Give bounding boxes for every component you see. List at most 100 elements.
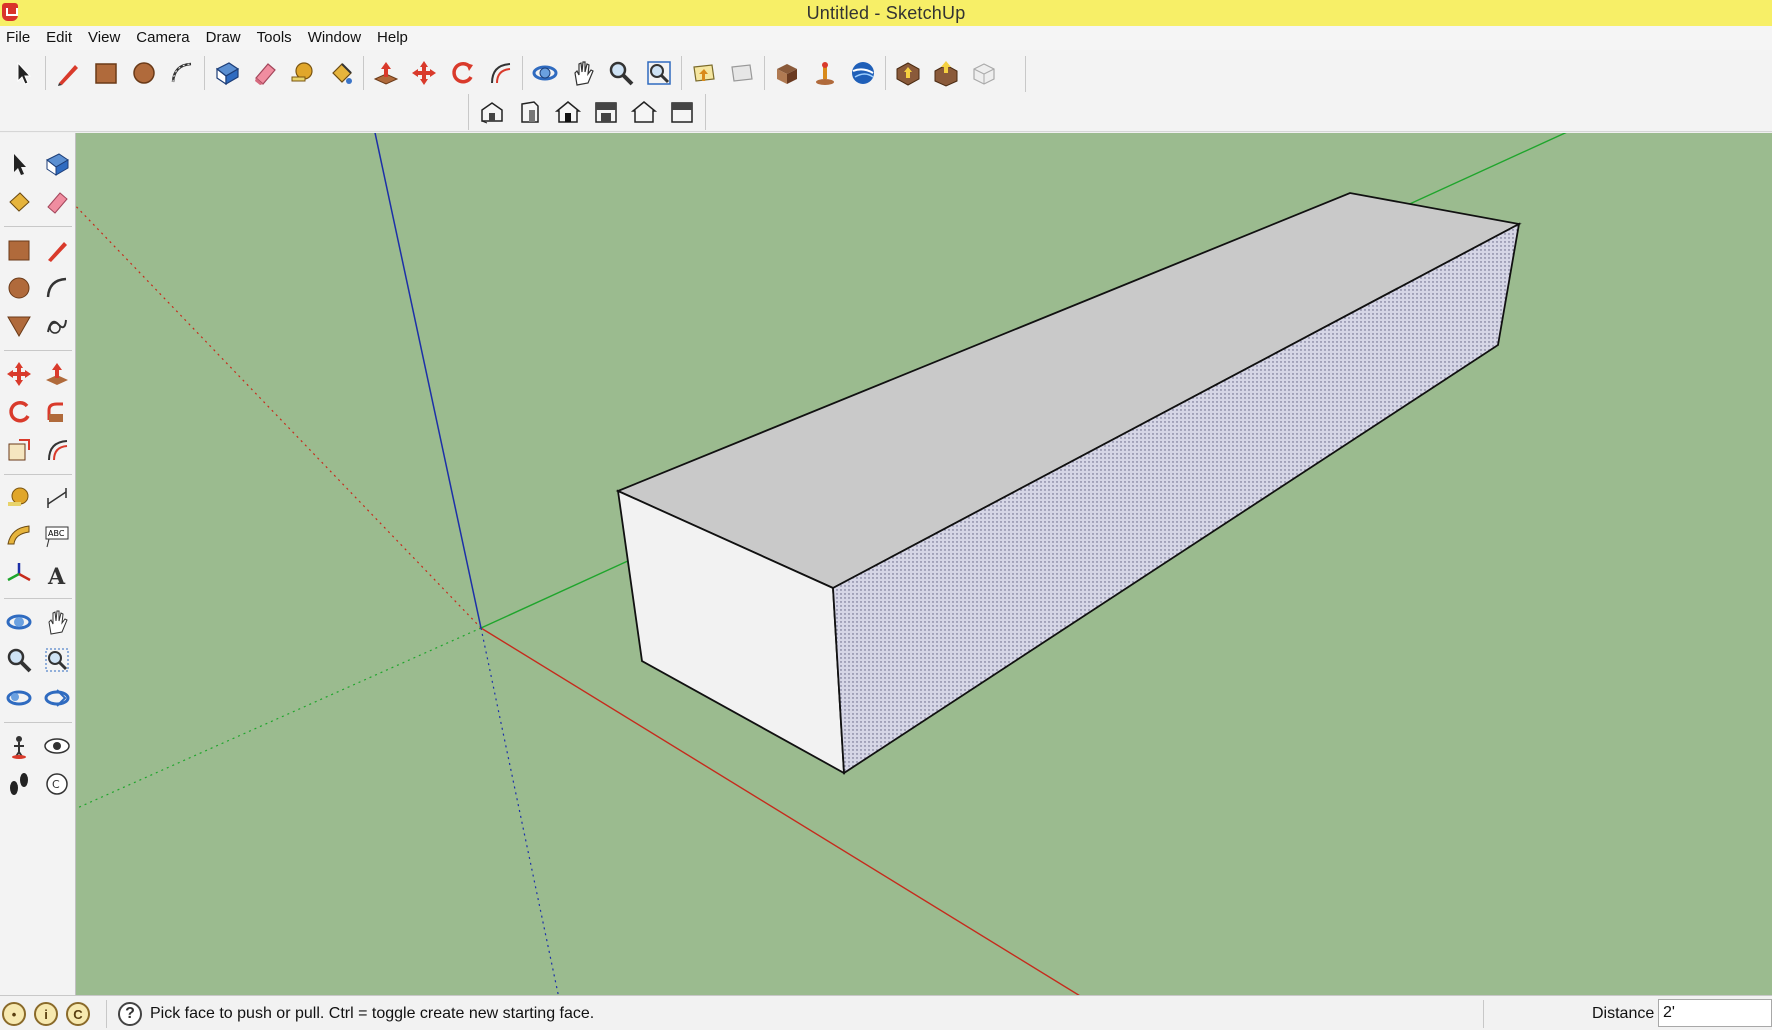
eraser-tool-button[interactable]: [38, 183, 76, 221]
box-geometry[interactable]: [615, 192, 1522, 775]
polygon-tool-button[interactable]: [0, 307, 38, 345]
svg-text:ABC: ABC: [48, 529, 65, 538]
tape-measure-icon: [8, 487, 29, 506]
status-bar: • i C ? Pick face to push or pull. Ctrl …: [0, 995, 1772, 1030]
push-pull-icon: [46, 363, 68, 385]
line-tool-button[interactable]: [38, 231, 76, 269]
tool-row: [0, 679, 76, 717]
offset-icon: [491, 63, 511, 84]
back-view-icon: [630, 101, 658, 123]
geo-location-icon[interactable]: •: [2, 1002, 26, 1026]
look-around-tool-button[interactable]: [38, 727, 76, 765]
rectangle-tool-button[interactable]: [87, 55, 125, 91]
menu-view[interactable]: View: [80, 26, 128, 50]
line-tool-button[interactable]: [49, 55, 87, 91]
select-tool-button[interactable]: [4, 55, 42, 91]
back-view-button[interactable]: [625, 94, 663, 130]
position-camera-tool-button[interactable]: [0, 727, 38, 765]
circle-icon: [8, 277, 30, 299]
zoom-extents-icon: [6, 690, 32, 706]
menu-help[interactable]: Help: [369, 26, 416, 50]
credits-icon[interactable]: i: [34, 1002, 58, 1026]
previous-tool-button[interactable]: [38, 679, 76, 717]
google-earth-button[interactable]: [844, 55, 882, 91]
tape-measure-button[interactable]: [284, 55, 322, 91]
3d-warehouse-button[interactable]: [768, 55, 806, 91]
menu-tools[interactable]: Tools: [249, 26, 300, 50]
next-view-button[interactable]: [723, 55, 761, 91]
tape-measure-tool-button[interactable]: [0, 479, 38, 517]
freehand-tool-button[interactable]: [38, 307, 76, 345]
rotate-tool-button[interactable]: [443, 55, 481, 91]
left-view-button[interactable]: [663, 94, 701, 130]
eraser-tool-button[interactable]: [246, 55, 284, 91]
orbit-tool-button[interactable]: [526, 55, 564, 91]
extension-warehouse-button[interactable]: [965, 55, 1003, 91]
rectangle-tool-button[interactable]: [0, 231, 38, 269]
scale-tool-button[interactable]: [0, 431, 38, 469]
pan-tool-button[interactable]: [564, 55, 602, 91]
move-tool-button[interactable]: [0, 355, 38, 393]
push-pull-tool-button[interactable]: [38, 355, 76, 393]
previous-view-button[interactable]: [685, 55, 723, 91]
zoom-icon: [609, 61, 634, 86]
menu-draw[interactable]: Draw: [198, 26, 249, 50]
blue-axis-negative: [480, 627, 559, 995]
text-tool-button[interactable]: ABC: [38, 517, 76, 555]
menu-file[interactable]: File: [4, 26, 38, 50]
add-location-button[interactable]: [806, 55, 844, 91]
zoom-extents-button[interactable]: [640, 55, 678, 91]
axes-tool-button[interactable]: [0, 555, 38, 593]
menu-edit[interactable]: Edit: [38, 26, 80, 50]
arc-tool-button[interactable]: [163, 55, 201, 91]
paint-bucket-button[interactable]: [322, 55, 360, 91]
zoom-tool-button[interactable]: [0, 641, 38, 679]
circle-tool-button[interactable]: [0, 269, 38, 307]
red-axis-negative: [76, 205, 482, 629]
rectangle-icon: [95, 63, 117, 84]
dimension-tool-button[interactable]: [38, 479, 76, 517]
move-icon: [7, 362, 31, 386]
arc-tool-button[interactable]: [38, 269, 76, 307]
section-plane-tool-button[interactable]: C: [38, 765, 76, 803]
push-pull-button[interactable]: [367, 55, 405, 91]
sketchup-window: Untitled - SketchUp File Edit View Camer…: [0, 0, 1772, 1030]
circle-tool-button[interactable]: [125, 55, 163, 91]
dimension-icon: [47, 488, 67, 508]
protractor-tool-button[interactable]: [0, 517, 38, 555]
status-divider: [106, 1000, 107, 1028]
follow-me-tool-button[interactable]: [38, 393, 76, 431]
zoom-tool-button[interactable]: [602, 55, 640, 91]
zoom-extents-tool-button[interactable]: [0, 679, 38, 717]
rotate-tool-button[interactable]: [0, 393, 38, 431]
menu-window[interactable]: Window: [300, 26, 369, 50]
walk-tool-button[interactable]: [0, 765, 38, 803]
offset-icon: [48, 440, 68, 461]
paint-bucket-icon: [9, 192, 30, 212]
select-tool-button[interactable]: [0, 145, 38, 183]
make-component-button[interactable]: [208, 55, 246, 91]
orbit-tool-button[interactable]: [0, 603, 38, 641]
right-view-button[interactable]: [587, 94, 625, 130]
measurements-input[interactable]: [1658, 999, 1772, 1027]
pan-tool-button[interactable]: [38, 603, 76, 641]
tool-row: [0, 145, 76, 183]
offset-tool-button[interactable]: [38, 431, 76, 469]
menu-bar: File Edit View Camera Draw Tools Window …: [0, 26, 1772, 50]
sign-in-icon[interactable]: C: [66, 1002, 90, 1026]
top-view-button[interactable]: [549, 94, 587, 130]
front-view-button[interactable]: [511, 94, 549, 130]
zoom-window-tool-button[interactable]: [38, 641, 76, 679]
offset-tool-button[interactable]: [481, 55, 519, 91]
share-model-button[interactable]: [927, 55, 965, 91]
menu-camera[interactable]: Camera: [128, 26, 197, 50]
make-component-tool-button[interactable]: [38, 145, 76, 183]
iso-view-button[interactable]: [473, 94, 511, 130]
help-icon[interactable]: ?: [118, 1002, 142, 1026]
modeling-viewport[interactable]: [76, 133, 1772, 995]
move-tool-button[interactable]: [405, 55, 443, 91]
get-models-button[interactable]: [889, 55, 927, 91]
3d-text-tool-button[interactable]: A: [38, 555, 76, 593]
tool-row: [0, 269, 76, 307]
paint-bucket-tool-button[interactable]: [0, 183, 38, 221]
